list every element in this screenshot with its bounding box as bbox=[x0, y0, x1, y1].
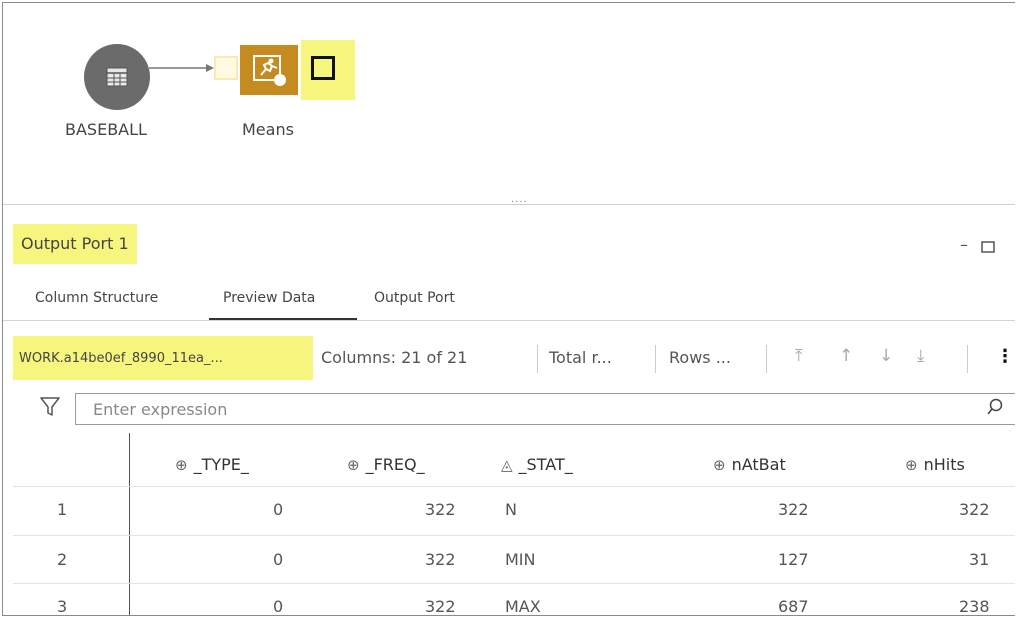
column-header-nhits[interactable]: ⊕ nHits bbox=[905, 455, 965, 474]
filter-icon[interactable] bbox=[40, 396, 60, 418]
cell-natbat[interactable]: 687 bbox=[778, 597, 809, 615]
input-port[interactable] bbox=[214, 56, 238, 80]
baseball-table-node[interactable] bbox=[84, 44, 150, 110]
flow-connection-arrow bbox=[149, 64, 214, 72]
table-icon bbox=[106, 67, 128, 87]
tab-preview-data[interactable]: Preview Data bbox=[223, 290, 315, 306]
column-header-natbat[interactable]: ⊕ nAtBat bbox=[713, 455, 786, 474]
cell-nhits[interactable]: 238 bbox=[959, 597, 990, 615]
column-header-type[interactable]: ⊕ _TYPE_ bbox=[175, 455, 249, 474]
next-row-icon[interactable]: ↓ bbox=[879, 346, 893, 366]
panel-title: Output Port 1 bbox=[13, 224, 137, 264]
tab-column-structure[interactable]: Column Structure bbox=[35, 290, 158, 306]
means-node-label: Means bbox=[242, 120, 294, 139]
more-vertical-icon[interactable]: ⋮ bbox=[996, 346, 1014, 367]
previous-row-icon[interactable]: ↑ bbox=[839, 346, 853, 366]
row-divider bbox=[13, 583, 1015, 584]
row-number: 1 bbox=[57, 500, 68, 519]
total-rows[interactable]: Total r... bbox=[549, 348, 612, 367]
minimize-icon[interactable]: – bbox=[960, 235, 968, 254]
numeric-column-icon: ⊕ bbox=[347, 456, 360, 474]
numeric-column-icon: ⊕ bbox=[175, 456, 188, 474]
column-header-stat[interactable]: ◬ _STAT_ bbox=[501, 455, 573, 474]
toolbar-separator bbox=[655, 345, 656, 373]
tab-output-port[interactable]: Output Port bbox=[374, 290, 455, 306]
search-icon[interactable] bbox=[986, 398, 1004, 416]
rows-count[interactable]: Rows ... bbox=[669, 348, 731, 367]
table-name: WORK.a14be0ef_8990_11ea_... bbox=[19, 351, 223, 366]
cell-natbat[interactable]: 127 bbox=[778, 550, 809, 569]
expression-input[interactable] bbox=[93, 396, 973, 422]
numeric-column-icon: ⊕ bbox=[713, 456, 726, 474]
running-person-icon bbox=[253, 55, 286, 86]
panel-menu-icon[interactable]: ⋮ bbox=[1008, 235, 1015, 254]
app-frame: BASEBALL Means .... Output Port 1 – ⋮ Co… bbox=[2, 2, 1015, 616]
character-column-icon: ◬ bbox=[501, 456, 513, 474]
cell-freq[interactable]: 322 bbox=[425, 500, 456, 519]
column-header-freq[interactable]: ⊕ _FREQ_ bbox=[347, 455, 425, 474]
cell-stat[interactable]: N bbox=[505, 500, 517, 519]
cell-type[interactable]: 0 bbox=[273, 597, 283, 615]
last-row-icon[interactable]: ⤓ bbox=[917, 346, 925, 366]
row-divider bbox=[13, 486, 1015, 487]
row-number: 3 bbox=[57, 597, 68, 616]
toolbar-separator bbox=[537, 345, 538, 373]
toolbar-separator bbox=[766, 345, 767, 373]
baseball-node-label: BASEBALL bbox=[65, 120, 147, 139]
row-header-divider bbox=[129, 433, 130, 615]
row-divider bbox=[13, 535, 1015, 536]
output-port[interactable] bbox=[311, 56, 335, 80]
numeric-column-icon: ⊕ bbox=[905, 456, 918, 474]
resize-grip[interactable]: .... bbox=[511, 195, 528, 205]
cell-stat[interactable]: MAX bbox=[505, 597, 541, 615]
row-number: 2 bbox=[57, 550, 68, 569]
first-row-icon[interactable]: ⤒ bbox=[795, 346, 803, 366]
cell-stat[interactable]: MIN bbox=[505, 550, 536, 569]
cell-type[interactable]: 0 bbox=[273, 550, 283, 569]
pane-divider bbox=[3, 204, 1015, 205]
cell-freq[interactable]: 322 bbox=[425, 597, 456, 615]
cell-freq[interactable]: 322 bbox=[425, 550, 456, 569]
tabs-divider bbox=[3, 320, 1015, 321]
cell-type[interactable]: 0 bbox=[273, 500, 283, 519]
cell-nhits[interactable]: 31 bbox=[969, 550, 989, 569]
cell-nhits[interactable]: 322 bbox=[959, 500, 990, 519]
cell-natbat[interactable]: 322 bbox=[778, 500, 809, 519]
columns-count[interactable]: Columns: 21 of 21 bbox=[321, 348, 467, 367]
toolbar-separator bbox=[967, 345, 968, 373]
means-node[interactable] bbox=[240, 45, 298, 95]
maximize-icon[interactable] bbox=[981, 241, 995, 253]
